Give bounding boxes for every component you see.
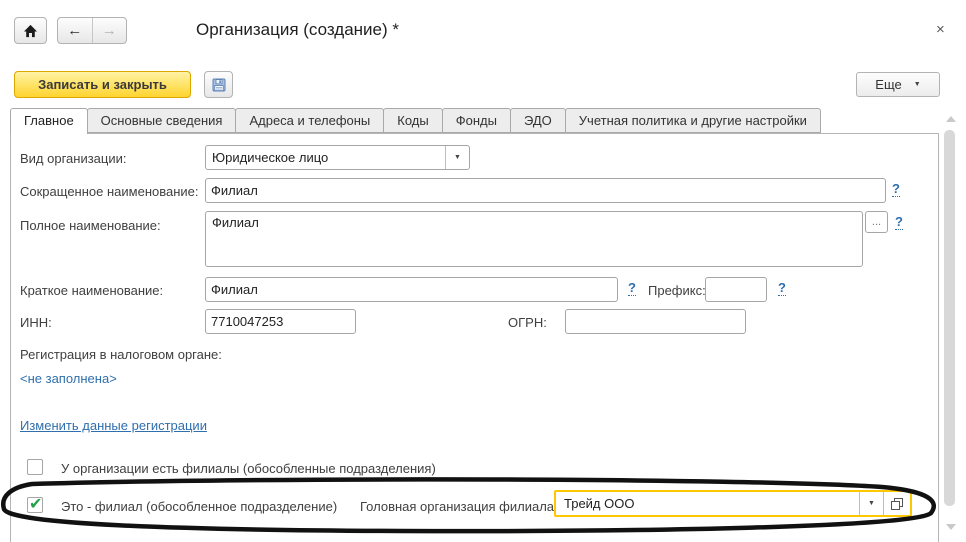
head-org-value: Трейд ООО — [556, 492, 859, 515]
full-name-help-icon[interactable]: ? — [895, 215, 903, 230]
organization-create-window: ← → Организация (создание) * × Записать … — [0, 0, 966, 542]
registration-label: Регистрация в налоговом органе: — [20, 347, 222, 362]
scroll-down-icon[interactable] — [946, 524, 956, 530]
more-label: Еще — [875, 77, 901, 92]
home-icon — [23, 24, 38, 38]
is-branch-label: Это - филиал (обособленное подразделение… — [61, 499, 337, 514]
short-name-input[interactable] — [205, 178, 886, 203]
full-name-choose-button[interactable]: ... — [865, 211, 888, 233]
tab-glavnoe[interactable]: Главное — [10, 108, 88, 134]
page-title: Организация (создание) * — [196, 20, 399, 40]
full-name-textarea[interactable]: Филиал — [205, 211, 863, 267]
short-name-help-icon[interactable]: ? — [892, 182, 900, 197]
tab-edo[interactable]: ЭДО — [510, 108, 566, 133]
scroll-up-icon[interactable] — [946, 116, 956, 122]
tab-adresa-i-telefony[interactable]: Адреса и телефоны — [235, 108, 384, 133]
has-branches-label: У организации есть филиалы (обособленные… — [61, 461, 436, 476]
ogrn-input[interactable] — [565, 309, 746, 334]
save-icon — [211, 77, 227, 93]
tab-fondy[interactable]: Фонды — [442, 108, 511, 133]
brief-name-help-icon[interactable]: ? — [628, 281, 636, 296]
back-icon: ← — [67, 22, 82, 39]
scrollbar-thumb[interactable] — [944, 130, 955, 506]
prefix-input[interactable] — [705, 277, 767, 302]
tab-kody[interactable]: Коды — [383, 108, 442, 133]
back-button[interactable]: ← — [58, 18, 93, 43]
more-button[interactable]: Еще ▼ — [856, 72, 940, 97]
home-button[interactable] — [14, 17, 47, 44]
head-org-select[interactable]: Трейд ООО ▼ — [554, 490, 912, 517]
open-in-window-icon — [891, 498, 903, 510]
prefix-label: Префикс: — [648, 283, 706, 298]
save-and-close-label: Записать и закрыть — [38, 77, 167, 92]
forward-icon: → — [102, 22, 117, 39]
head-org-dropdown-button[interactable]: ▼ — [859, 492, 883, 515]
org-type-label: Вид организации: — [20, 151, 127, 166]
save-button[interactable] — [204, 71, 233, 98]
close-icon[interactable]: × — [936, 21, 945, 39]
tab-bar: Главное Основные сведения Адреса и телеф… — [10, 108, 821, 133]
has-branches-checkbox[interactable] — [27, 459, 43, 475]
save-and-close-button[interactable]: Записать и закрыть — [14, 71, 191, 98]
change-registration-link[interactable]: Изменить данные регистрации — [20, 418, 207, 433]
tab-osnovnye-svedeniya[interactable]: Основные сведения — [87, 108, 237, 133]
short-name-label: Сокращенное наименование: — [20, 184, 199, 199]
chevron-down-icon: ▼ — [454, 154, 461, 161]
inn-input[interactable] — [205, 309, 356, 334]
ogrn-label: ОГРН: — [508, 315, 547, 330]
org-type-value: Юридическое лицо — [206, 146, 445, 169]
forward-button[interactable]: → — [93, 18, 127, 43]
org-type-select[interactable]: Юридическое лицо ▼ — [205, 145, 470, 170]
brief-name-input[interactable] — [205, 277, 618, 302]
prefix-help-icon[interactable]: ? — [778, 281, 786, 296]
full-name-label: Полное наименование: — [20, 218, 161, 233]
chevron-down-icon: ▼ — [914, 81, 921, 88]
inn-label: ИНН: — [20, 315, 52, 330]
chevron-down-icon: ▼ — [868, 500, 875, 507]
tab-uchetnaya-politika[interactable]: Учетная политика и другие настройки — [565, 108, 821, 133]
check-icon: ✔ — [29, 494, 42, 514]
registration-value-link[interactable]: <не заполнена> — [20, 371, 117, 386]
nav-history-group: ← → — [57, 17, 127, 44]
head-org-open-button[interactable] — [883, 492, 910, 515]
brief-name-label: Краткое наименование: — [20, 283, 163, 298]
head-org-label: Головная организация филиала: — [360, 499, 558, 514]
is-branch-checkbox[interactable]: ✔ — [27, 497, 43, 513]
org-type-dropdown-button[interactable]: ▼ — [445, 146, 469, 169]
ellipsis-icon: ... — [872, 218, 881, 226]
